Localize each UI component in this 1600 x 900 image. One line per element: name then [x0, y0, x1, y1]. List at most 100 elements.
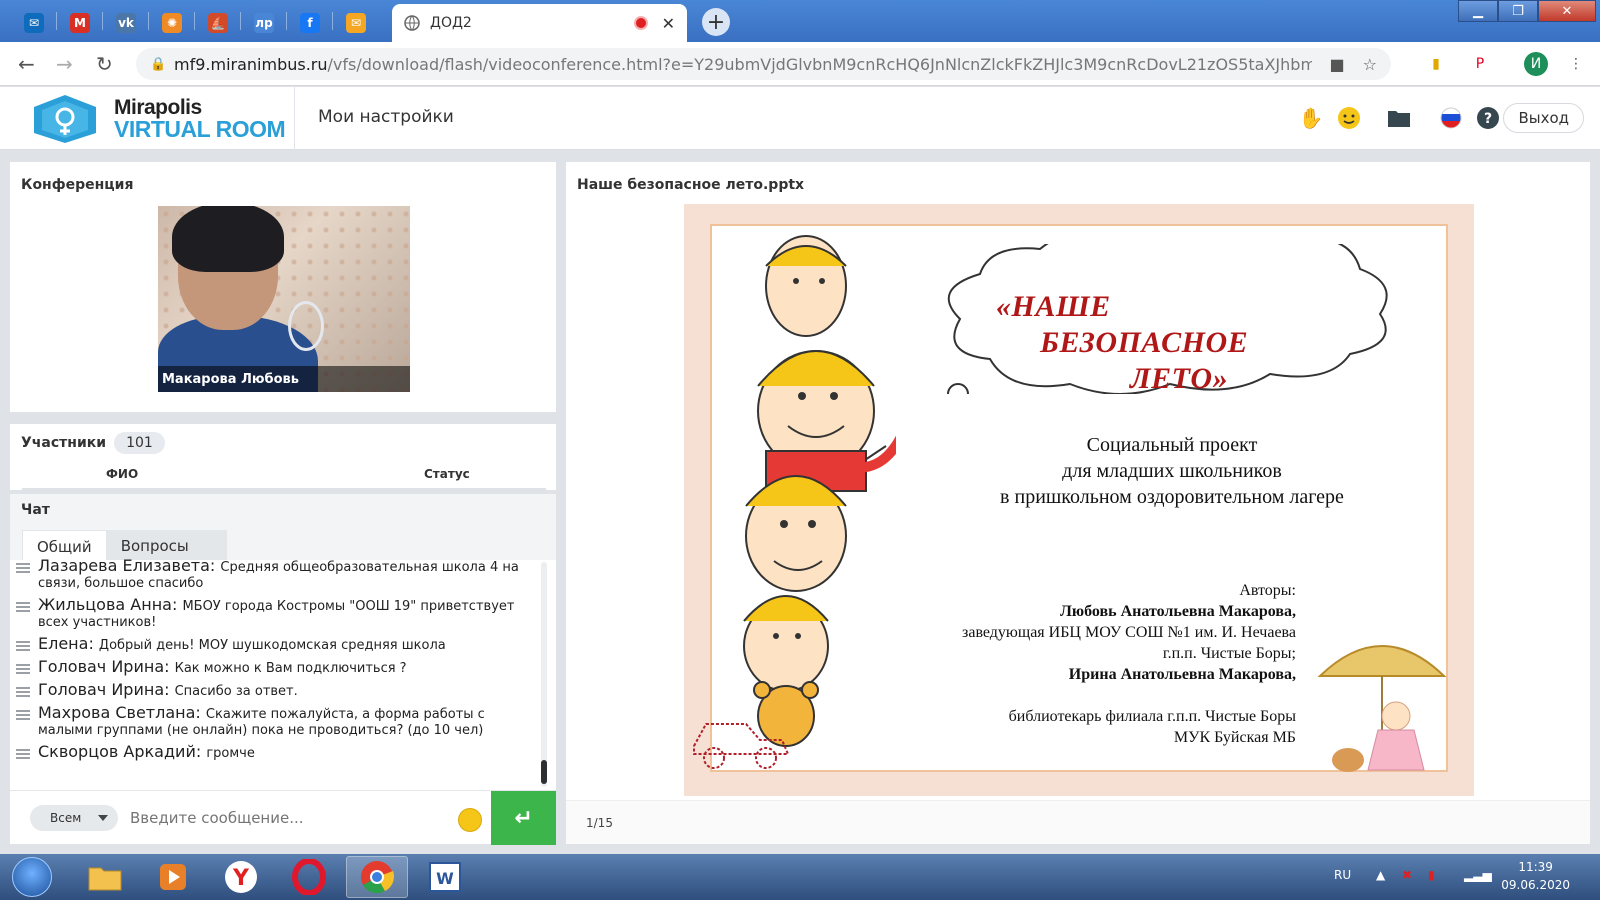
chat-message[interactable]: Махрова Светлана: Скажите пожалуйста, а … — [16, 705, 536, 739]
chat-message[interactable]: Елена: Добрый день! МОУ шушкодомская сре… — [16, 636, 536, 654]
taskbar-yandex[interactable]: Y — [210, 856, 272, 898]
message-menu-icon[interactable] — [16, 710, 30, 739]
svg-text:?: ? — [1484, 111, 1492, 127]
chat-message-text: громче — [206, 746, 255, 761]
chat-message-body: Головач Ирина: Как можно к Вам подключит… — [38, 659, 536, 677]
pinned-tab[interactable]: лр — [242, 4, 286, 42]
chat-message[interactable]: Жильцова Анна: МБОУ города Костромы "ООШ… — [16, 597, 536, 631]
pinned-tab[interactable]: vk — [104, 4, 148, 42]
message-menu-icon[interactable] — [16, 687, 30, 700]
recording-icon — [633, 16, 648, 30]
tab-separator — [102, 12, 103, 30]
author2-org: МУК Буйская МБ — [1173, 729, 1296, 746]
taskbar-opera[interactable] — [278, 856, 340, 898]
profile-avatar[interactable]: И — [1524, 52, 1548, 76]
send-button[interactable]: ↵ — [491, 791, 556, 845]
forward-icon[interactable]: → — [56, 52, 73, 76]
chat-message[interactable]: Головач Ирина: Как можно к Вам подключит… — [16, 659, 536, 677]
emoji-icon[interactable] — [458, 808, 482, 832]
emotion-icon[interactable] — [1336, 105, 1362, 131]
presentation-file-name: Наше безопасное лето.pptx — [577, 177, 805, 193]
language-flag-icon[interactable] — [1438, 105, 1464, 131]
message-menu-icon[interactable] — [16, 602, 30, 631]
url-field[interactable]: 🔒 mf9.miranimbus.ru/vfs/download/flash/v… — [136, 48, 1391, 80]
tray-language[interactable]: RU — [1334, 868, 1351, 882]
pinned-tab[interactable]: M — [58, 4, 102, 42]
maximize-button[interactable]: ❐ — [1498, 0, 1538, 22]
pinned-tab[interactable]: ✉ — [334, 4, 378, 42]
camera-icon[interactable]: ■ — [1330, 55, 1345, 74]
tray-expand-icon[interactable]: ▲ — [1376, 868, 1385, 882]
active-tab[interactable]: ДОД2 ✕ — [392, 4, 687, 42]
word-icon: W — [429, 862, 461, 892]
chat-message[interactable]: Скворцов Аркадий: громче — [16, 744, 536, 762]
subtitle-line2: для младших школьников — [1062, 460, 1282, 482]
close-tab-icon[interactable]: ✕ — [662, 14, 675, 33]
chat-scrollbar[interactable] — [541, 562, 547, 787]
lock-icon: 🔒 — [150, 56, 167, 72]
column-header-name[interactable]: ФИО — [106, 467, 138, 481]
message-menu-icon[interactable] — [16, 641, 30, 654]
facebook-icon: f — [300, 13, 320, 33]
raise-hand-icon[interactable]: ✋ — [1298, 105, 1324, 131]
slide-title-line1: «НАШЕ — [996, 290, 1111, 323]
chat-message-list[interactable]: Лазарева Елизавета: Средняя общеобразова… — [16, 558, 536, 782]
column-header-status[interactable]: Статус — [424, 467, 470, 481]
logo-text-virtual-room: VIRTUAL ROOM — [114, 116, 286, 142]
bookmark-extension-icon[interactable]: ▮ — [1424, 52, 1448, 76]
author1-name: Любовь Анатольевна Макарова, — [1059, 603, 1296, 620]
svg-text:W: W — [436, 869, 454, 888]
address-bar: ← → ↻ 🔒 mf9.miranimbus.ru/vfs/download/f… — [0, 42, 1600, 86]
tray-battery-icon[interactable]: ▮ — [1428, 868, 1435, 882]
participants-count: 101 — [114, 432, 165, 454]
my-settings-link[interactable]: Мои настройки — [318, 107, 454, 127]
chat-scrollbar-thumb[interactable] — [541, 760, 547, 784]
speaker-video[interactable]: Макарова Любовь — [158, 206, 410, 392]
bookmark-star-icon[interactable]: ☆ — [1363, 55, 1377, 74]
chat-message[interactable]: Головач Ирина: Спасибо за ответ. — [16, 682, 536, 700]
folder-icon[interactable] — [1386, 105, 1412, 131]
speaker-name-label: Макарова Любовь — [158, 366, 410, 392]
fan-object — [288, 301, 324, 351]
url-text[interactable]: mf9.miranimbus.ru/vfs/download/flash/vid… — [174, 55, 1312, 74]
taskbar-word[interactable]: W — [414, 856, 476, 898]
pinned-tab[interactable]: f — [288, 4, 332, 42]
help-icon[interactable]: ? — [1475, 105, 1501, 131]
back-icon[interactable]: ← — [18, 52, 35, 76]
participants-title[interactable]: Участники 101 — [21, 432, 165, 454]
message-menu-icon[interactable] — [16, 749, 30, 762]
exit-button[interactable]: Выход — [1503, 103, 1584, 133]
chrome-menu-icon[interactable]: ⋮ — [1564, 52, 1588, 76]
tab-questions[interactable]: Вопросы — [106, 530, 227, 560]
pinned-tab[interactable]: ✉ — [12, 4, 56, 42]
tray-signal-icon[interactable]: ▂▃▅ — [1464, 868, 1492, 882]
reload-icon[interactable]: ↻ — [96, 52, 113, 76]
participants-divider — [22, 488, 546, 490]
minimize-button[interactable]: ▁ — [1458, 0, 1498, 22]
taskbar-media-player[interactable] — [142, 856, 204, 898]
slide-canvas[interactable]: «НАШЕ БЕЗОПАСНОЕ ЛЕТО» Социальный проект… — [684, 204, 1474, 796]
tab-separator — [286, 12, 287, 30]
chat-message[interactable]: Лазарева Елизавета: Средняя общеобразова… — [16, 558, 536, 592]
chat-message-input[interactable] — [130, 801, 450, 835]
author1-place: г.п.п. Чистые Боры; — [1162, 645, 1296, 662]
close-window-button[interactable]: ✕ — [1538, 0, 1596, 22]
svg-text:Y: Y — [232, 866, 250, 891]
tray-network-error-icon[interactable]: ✖ — [1402, 868, 1412, 882]
pinned-tab[interactable]: ✺ — [150, 4, 194, 42]
new-tab-button[interactable]: + — [702, 8, 730, 36]
authors-spacer — [876, 685, 1296, 706]
taskbar-explorer[interactable] — [74, 856, 136, 898]
pinterest-icon[interactable]: P — [1468, 52, 1492, 76]
message-menu-icon[interactable] — [16, 664, 30, 677]
recipient-select[interactable]: Всем — [30, 805, 118, 831]
slide-authors: Авторы: Любовь Анатольевна Макарова, зав… — [876, 580, 1296, 748]
taskbar-chrome[interactable] — [346, 856, 408, 898]
start-button[interactable] — [12, 857, 52, 897]
message-menu-icon[interactable] — [16, 563, 30, 592]
tab-general[interactable]: Общий — [22, 530, 107, 560]
pinned-tab[interactable]: ⛵ — [196, 4, 240, 42]
browser-tab-strip: ✉ Mvk ✺ ⛵ лр f ✉ ДОД2 ✕ + ▁ ❐ ✕ — [0, 0, 1600, 42]
taskbar-clock[interactable]: 11:39 09.06.2020 — [1501, 858, 1570, 894]
subtitle-line3: в пришкольном оздоровительном лагере — [1000, 486, 1344, 508]
